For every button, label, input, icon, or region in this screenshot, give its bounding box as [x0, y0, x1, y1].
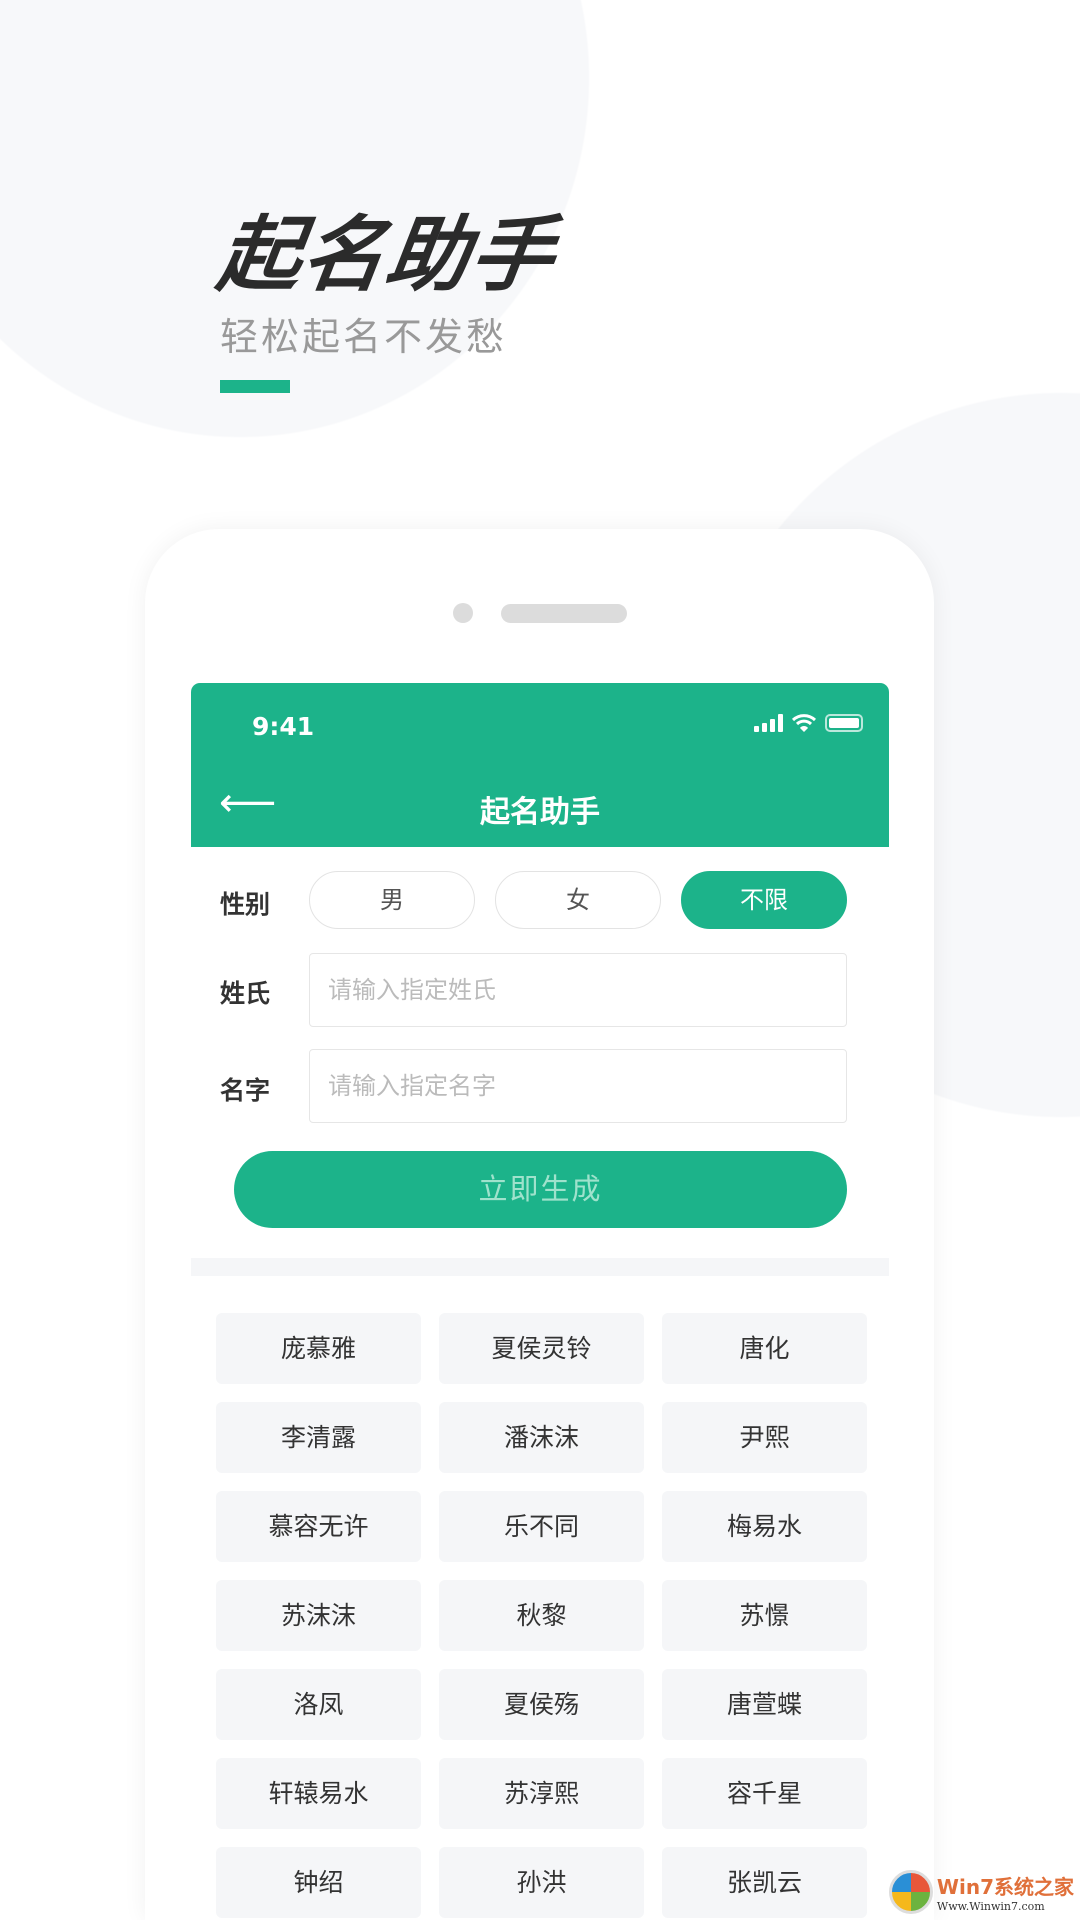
name-result-item[interactable]: 夏侯灵铃	[439, 1313, 644, 1384]
divider	[191, 1258, 889, 1276]
watermark-brand: Win7系统之家	[936, 1875, 1074, 1899]
name-result-item[interactable]: 钟绍	[216, 1847, 421, 1918]
camera-dot	[453, 603, 473, 623]
name-result-item[interactable]: 尹熙	[662, 1402, 867, 1473]
hero-title: 起名助手	[212, 208, 562, 303]
wifi-icon	[791, 714, 817, 732]
name-result-item[interactable]: 唐萱蝶	[662, 1669, 867, 1740]
windows-logo-icon	[888, 1870, 933, 1914]
name-result-item[interactable]: 潘沫沫	[439, 1402, 644, 1473]
name-result-item[interactable]: 苏淳熙	[439, 1758, 644, 1829]
signal-icon	[754, 714, 783, 732]
name-result-item[interactable]: 苏沫沫	[216, 1580, 421, 1651]
name-result-item[interactable]: 洛凤	[216, 1669, 421, 1740]
hero-subtitle: 轻松起名不发愁	[220, 315, 508, 359]
status-icons	[754, 713, 863, 733]
name-result-item[interactable]: 慕容无许	[216, 1491, 421, 1562]
accent-bar	[220, 380, 290, 393]
watermark: Win7系统之家 Www.Winwin7.com	[888, 1870, 1074, 1914]
gender-male-button[interactable]: 男	[309, 871, 475, 929]
name-input[interactable]	[309, 1049, 847, 1123]
app-header: 9:41 ⟵ 起名助手	[191, 683, 889, 847]
name-result-item[interactable]: 乐不同	[439, 1491, 644, 1562]
name-result-item[interactable]: 孙洪	[439, 1847, 644, 1918]
surname-label: 姓氏	[220, 979, 271, 1008]
watermark-url: Www.Winwin7.com	[936, 1900, 1045, 1913]
name-result-item[interactable]: 唐化	[662, 1313, 867, 1384]
gender-label: 性别	[220, 890, 271, 919]
battery-icon	[825, 714, 863, 732]
generate-button[interactable]: 立即生成	[234, 1151, 847, 1228]
status-time: 9:41	[252, 712, 315, 741]
name-result-item[interactable]: 梅易水	[662, 1491, 867, 1562]
name-label: 名字	[220, 1076, 271, 1105]
name-result-item[interactable]: 张凯云	[662, 1847, 867, 1918]
speaker-pill	[501, 604, 627, 623]
nav-title: 起名助手	[480, 795, 600, 830]
surname-input[interactable]	[309, 953, 847, 1027]
name-result-item[interactable]: 容千星	[662, 1758, 867, 1829]
name-result-item[interactable]: 秋黎	[439, 1580, 644, 1651]
name-result-item[interactable]: 庞慕雅	[216, 1313, 421, 1384]
name-result-item[interactable]: 夏侯殇	[439, 1669, 644, 1740]
gender-any-button[interactable]: 不限	[681, 871, 847, 929]
results-grid: 庞慕雅 夏侯灵铃 唐化李清露 潘沫沫 尹熙慕容无许 乐不同 梅易水苏沫沫 秋黎 苏憬洛凤 夏侯殇唐…	[216, 1313, 867, 1918]
gender-female-button[interactable]: 女	[495, 871, 661, 929]
name-result-item[interactable]: 李清露	[216, 1402, 421, 1473]
name-result-item[interactable]: 轩辕易水	[216, 1758, 421, 1829]
name-result-item[interactable]: 苏憬	[662, 1580, 867, 1651]
